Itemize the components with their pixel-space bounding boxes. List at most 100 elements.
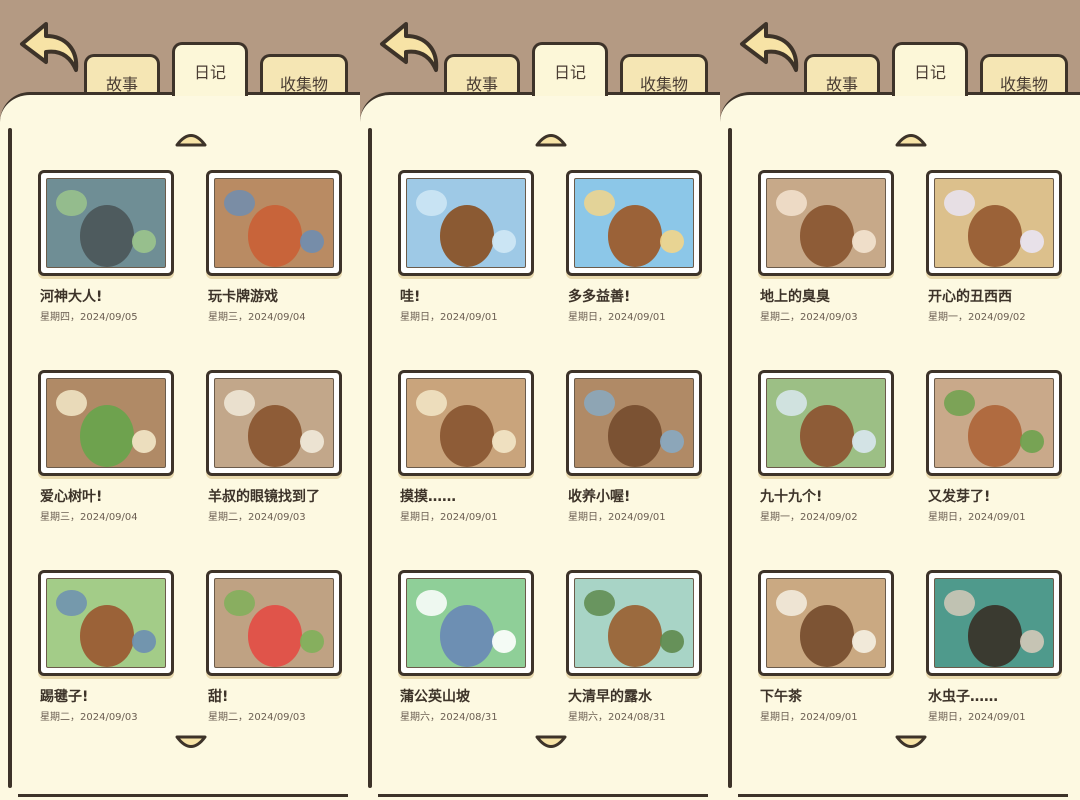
photo-frame (206, 570, 342, 676)
entry-date: 星期日，2024/09/01 (928, 512, 1026, 523)
photo-detail (944, 189, 976, 216)
entry-title: 大清早的露水 (568, 689, 652, 705)
diary-photo (214, 378, 334, 468)
page-up-arrow-icon[interactable] (894, 130, 928, 148)
photo-character (248, 605, 303, 667)
entry-date: 星期三，2024/09/04 (208, 312, 306, 323)
entry-date: 星期日，2024/09/01 (928, 712, 1026, 723)
photo-character (608, 405, 663, 467)
diary-entry[interactable]: 开心的丑西西星期一，2024/09/02 (926, 170, 1066, 323)
diary-entry[interactable]: 摸摸…… 星期日，2024/09/01 (398, 370, 538, 523)
entry-date: 星期日，2024/09/01 (400, 512, 498, 523)
diary-photo (214, 178, 334, 268)
photo-frame (566, 170, 702, 276)
diary-entry[interactable]: 又发芽了! 星期日，2024/09/01 (926, 370, 1066, 523)
photo-detail (416, 189, 448, 216)
diary-photo (406, 378, 526, 468)
photo-character (440, 205, 495, 267)
diary-entry[interactable]: 爱心树叶! 星期三，2024/09/04 (38, 370, 178, 523)
photo-character (248, 405, 303, 467)
entry-date: 星期二，2024/09/03 (208, 512, 306, 523)
back-arrow-icon (740, 22, 799, 72)
photo-frame (566, 370, 702, 476)
page-down-arrow-icon[interactable] (174, 734, 208, 752)
photo-detail (659, 430, 684, 453)
tab-story-label: 故事 (105, 74, 138, 94)
diary-entry[interactable]: 地上的臭臭 星期二，2024/09/03 (758, 170, 898, 323)
diary-entry[interactable]: 下午茶星期日，2024/09/01 (758, 570, 898, 723)
tab-diary[interactable]: 日记 (172, 42, 248, 96)
diary-entry[interactable]: 哇! 星期日，2024/09/01 (398, 170, 538, 323)
photo-detail (584, 589, 616, 616)
photo-detail (659, 230, 684, 253)
entry-date: 星期一，2024/09/02 (928, 312, 1026, 323)
diary-entry[interactable]: 大清早的露水 星期六，2024/08/31 (566, 570, 706, 723)
entry-title: 下午茶 (760, 689, 802, 705)
back-arrow-button[interactable] (376, 18, 442, 76)
diary-photo (766, 378, 886, 468)
photo-frame (758, 170, 894, 276)
diary-entry[interactable]: 水虫子…… 星期日，2024/09/01 (926, 570, 1066, 723)
back-arrow-button[interactable] (736, 18, 802, 76)
photo-character (608, 205, 663, 267)
photo-detail (56, 589, 88, 616)
page-down-arrow-icon[interactable] (894, 734, 928, 752)
photo-character (80, 205, 135, 267)
photo-character (968, 605, 1023, 667)
photo-character (968, 405, 1023, 467)
diary-photo (406, 578, 526, 668)
tab-diary[interactable]: 日记 (892, 42, 968, 96)
diary-entry[interactable]: 河神大人! 星期四，2024/09/05 (38, 170, 178, 323)
book-spine (368, 128, 372, 788)
entry-date: 星期二，2024/09/03 (760, 312, 858, 323)
page-up-arrow-icon[interactable] (534, 130, 568, 148)
entry-title: 开心的丑西西 (928, 289, 1012, 305)
photo-detail (776, 389, 808, 416)
photo-detail (1019, 630, 1044, 653)
diary-entry[interactable]: 羊叔的眼镜找到了星期二，2024/09/03 (206, 370, 346, 523)
entry-title: 哇! (400, 289, 421, 305)
diary-entry[interactable]: 多多益善! 星期日，2024/09/01 (566, 170, 706, 323)
tab-diary-label: 日记 (193, 62, 226, 82)
tab-story-label: 故事 (825, 74, 858, 94)
entry-title: 甜! (208, 689, 229, 705)
entry-title: 九十九个! (760, 489, 823, 505)
diary-entry[interactable]: 踢毽子! 星期二，2024/09/03 (38, 570, 178, 723)
page-up-arrow-icon[interactable] (174, 130, 208, 148)
diary-entry[interactable]: 甜! 星期二，2024/09/03 (206, 570, 346, 723)
tab-diary[interactable]: 日记 (532, 42, 608, 96)
photo-detail (944, 389, 976, 416)
entry-title: 羊叔的眼镜找到了 (208, 489, 320, 505)
diary-photo (574, 578, 694, 668)
tab-collection-label: 收集物 (639, 74, 688, 94)
diary-photo (766, 178, 886, 268)
photo-frame (398, 170, 534, 276)
photo-detail (851, 230, 876, 253)
photo-character (608, 605, 663, 667)
page-down-arrow-icon[interactable] (534, 734, 568, 752)
entry-date: 星期日，2024/09/01 (400, 312, 498, 323)
back-arrow-icon (380, 22, 439, 72)
diary-entry[interactable]: 玩卡牌游戏星期三，2024/09/04 (206, 170, 346, 323)
entry-title: 玩卡牌游戏 (208, 289, 278, 305)
entry-title: 踢毽子! (40, 689, 89, 705)
photo-detail (224, 189, 256, 216)
entry-date: 星期日，2024/09/01 (760, 712, 858, 723)
diary-entry[interactable]: 九十九个! 星期一，2024/09/02 (758, 370, 898, 523)
diary-photo (574, 178, 694, 268)
back-arrow-button[interactable] (16, 18, 82, 76)
tab-story-label: 故事 (465, 74, 498, 94)
diary-photo (574, 378, 694, 468)
photo-detail (491, 230, 516, 253)
photo-detail (299, 430, 324, 453)
entry-date: 星期二，2024/09/03 (40, 712, 138, 723)
photo-character (800, 605, 855, 667)
diary-entry[interactable]: 收养小喔! 星期日，2024/09/01 (566, 370, 706, 523)
tab-collection-label: 收集物 (999, 74, 1048, 94)
book-spine (728, 128, 732, 788)
diary-entry[interactable]: 蒲公英山坡 星期六，2024/08/31 (398, 570, 538, 723)
entry-title: 爱心树叶! (40, 489, 103, 505)
photo-character (248, 205, 303, 267)
photo-frame (206, 170, 342, 276)
photo-character (968, 205, 1023, 267)
